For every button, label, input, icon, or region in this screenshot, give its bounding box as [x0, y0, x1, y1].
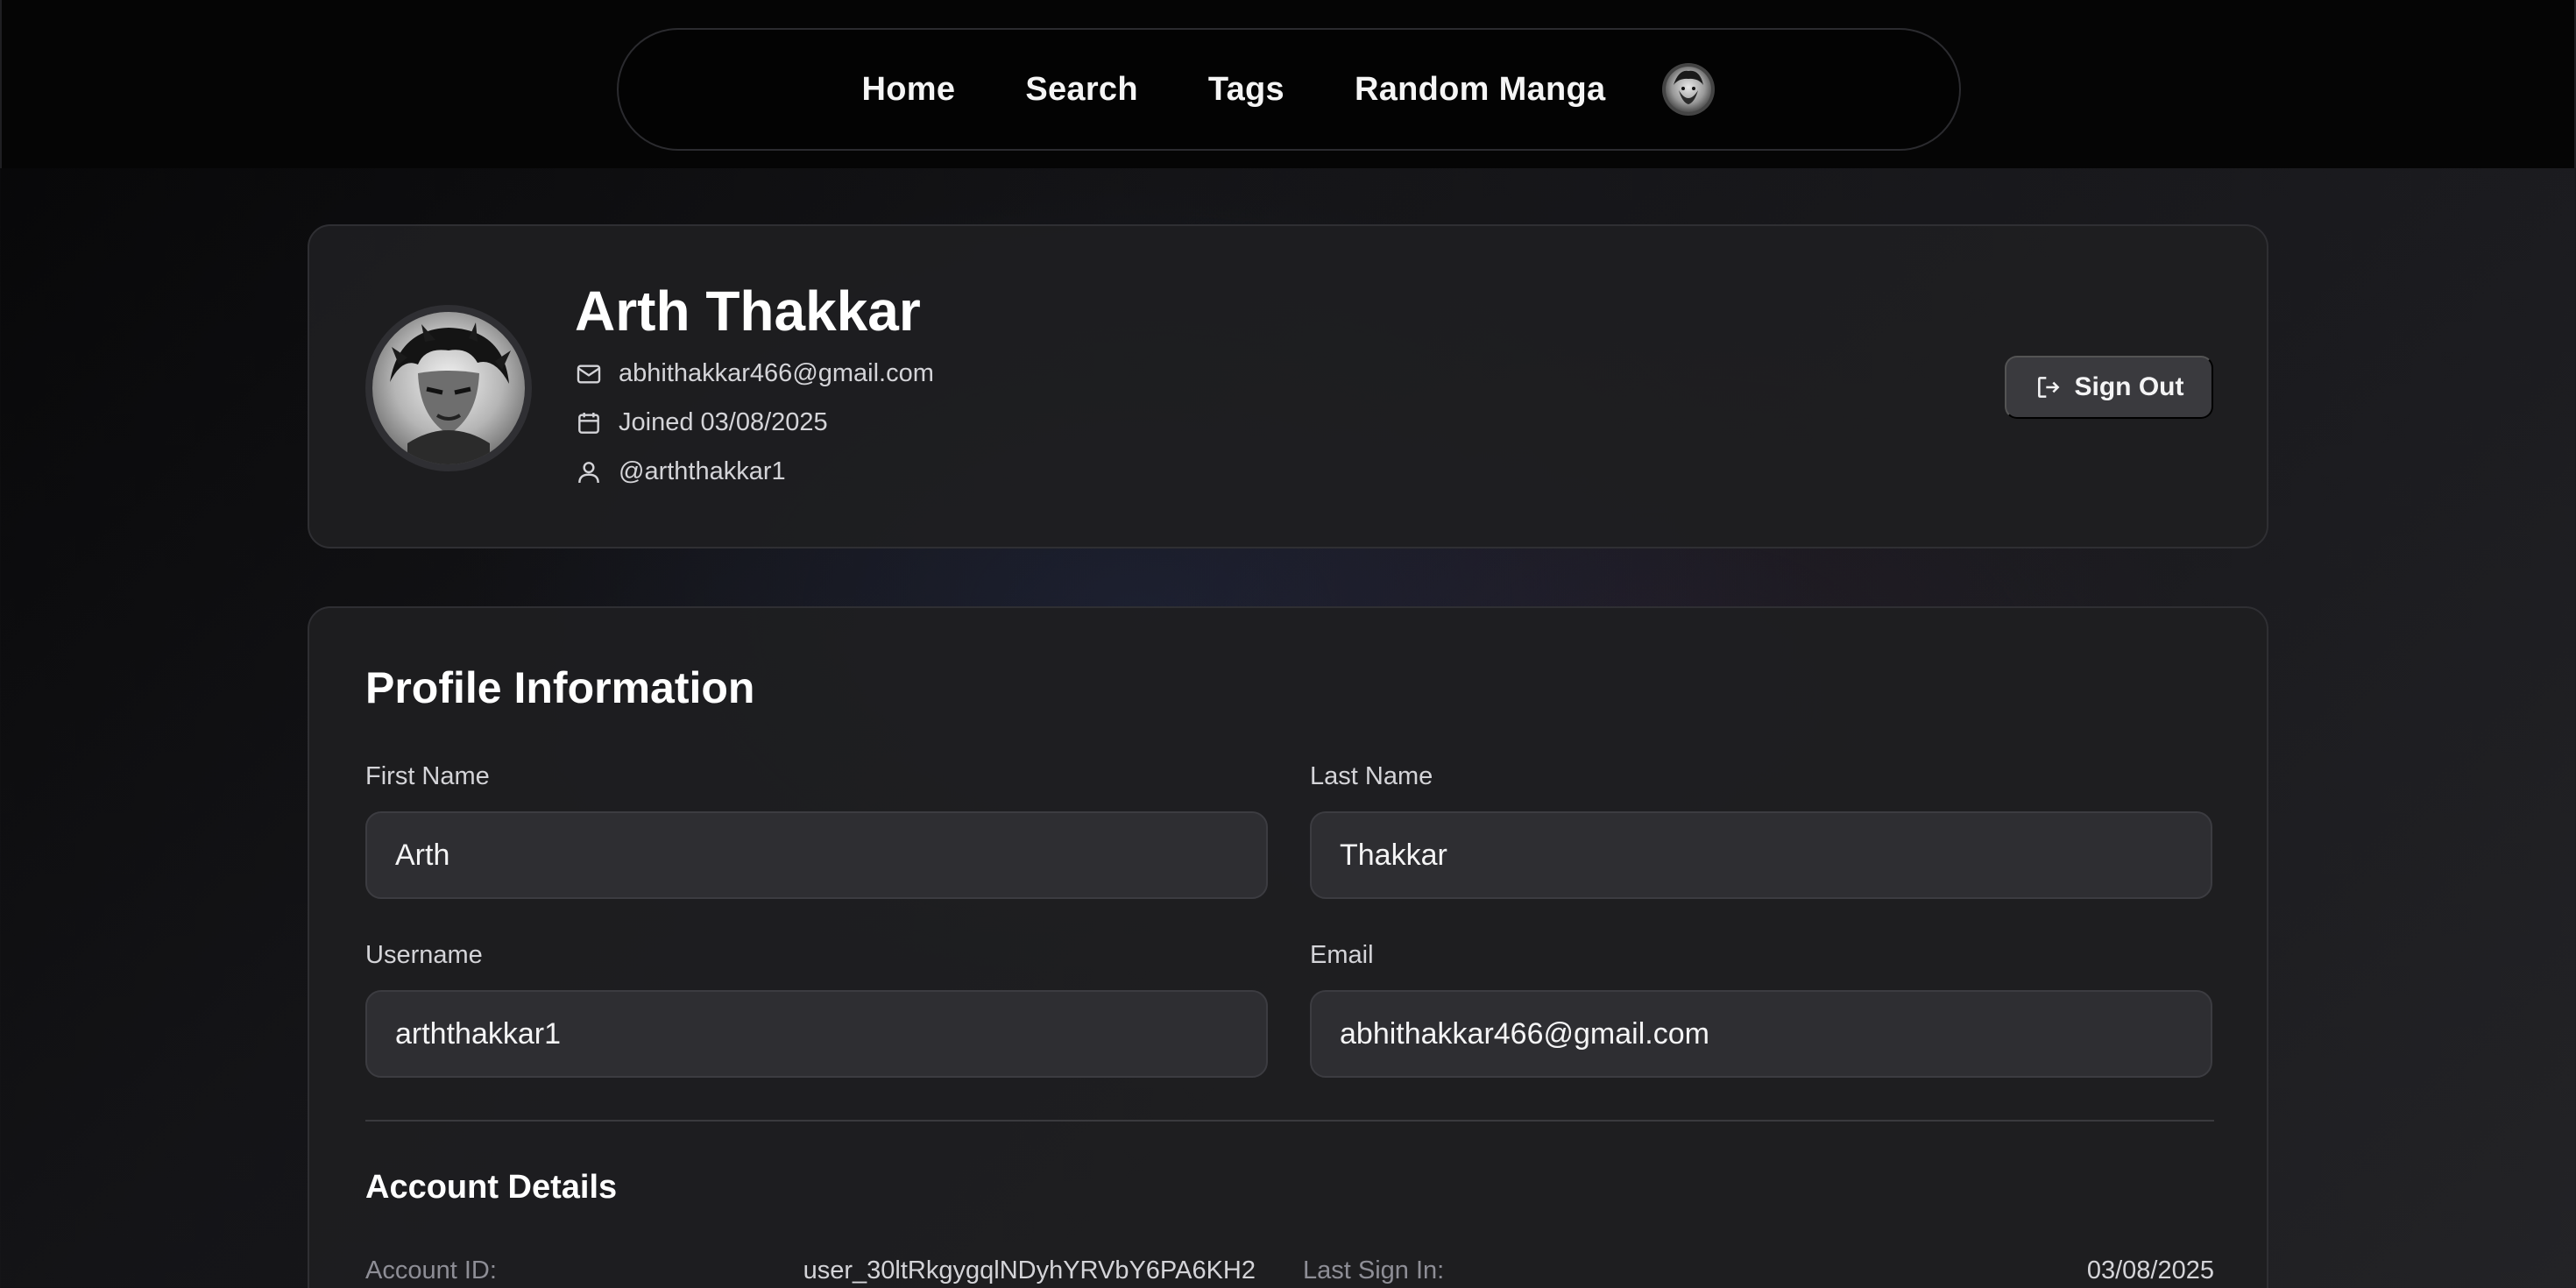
sign-out-button[interactable]: Sign Out: [2005, 356, 2213, 419]
user-icon: [578, 461, 599, 483]
mail-icon: [577, 364, 601, 384]
account-details-title: Account Details: [365, 1169, 618, 1206]
profile-information-title: Profile Information: [365, 663, 755, 712]
profile-information-card: Profile Information First Name Last Name…: [308, 606, 2268, 1288]
profile-username-row: @arththakkar1: [575, 457, 786, 486]
last-name-label: Last Name: [1310, 762, 1433, 790]
account-id-value: user_30ltRkgygqlNDyhYRVbY6PA6KH2: [803, 1256, 1256, 1284]
nav-link-home[interactable]: Home: [862, 71, 956, 109]
calendar-icon: [578, 412, 599, 434]
profile-name: Arth Thakkar: [575, 280, 921, 343]
avatar-image: [1662, 63, 1716, 116]
sign-out-icon: [2037, 377, 2059, 398]
user-avatar-button[interactable]: [1661, 62, 1716, 117]
profile-joined-row: Joined 03/08/2025: [575, 408, 828, 437]
last-sign-in-label: Last Sign In:: [1303, 1256, 1445, 1284]
first-name-input[interactable]: [365, 811, 1268, 899]
profile-email-row: abhithakkar466@gmail.com: [575, 359, 934, 388]
nav-links: Home Search Tags Random Manga: [862, 62, 1716, 117]
username-input[interactable]: [365, 990, 1268, 1078]
profile-avatar: [365, 305, 532, 471]
nav-link-search[interactable]: Search: [1025, 71, 1138, 109]
section-divider: [365, 1120, 2214, 1122]
last-sign-in-value: 03/08/2025: [2086, 1256, 2214, 1284]
username-label: Username: [365, 941, 483, 969]
profile-username: @arththakkar1: [619, 457, 786, 485]
nav-link-random-manga[interactable]: Random Manga: [1355, 71, 1606, 109]
sign-out-label: Sign Out: [2074, 372, 2184, 401]
profile-header-card: Arth Thakkar abhithakkar466@gmail.com Jo…: [308, 224, 2268, 548]
nav-pill: Home Search Tags Random Manga: [617, 28, 1961, 151]
account-id-label: Account ID:: [365, 1256, 497, 1284]
email-input[interactable]: [1310, 990, 2212, 1078]
profile-joined-date: Joined 03/08/2025: [619, 408, 828, 436]
last-name-input[interactable]: [1310, 811, 2212, 899]
profile-email: abhithakkar466@gmail.com: [619, 359, 934, 387]
top-navigation-bar: Home Search Tags Random Manga: [0, 0, 2576, 168]
first-name-label: First Name: [365, 762, 490, 790]
nav-link-tags[interactable]: Tags: [1208, 71, 1284, 109]
email-label: Email: [1310, 941, 1374, 969]
avatar-image: [372, 312, 525, 464]
